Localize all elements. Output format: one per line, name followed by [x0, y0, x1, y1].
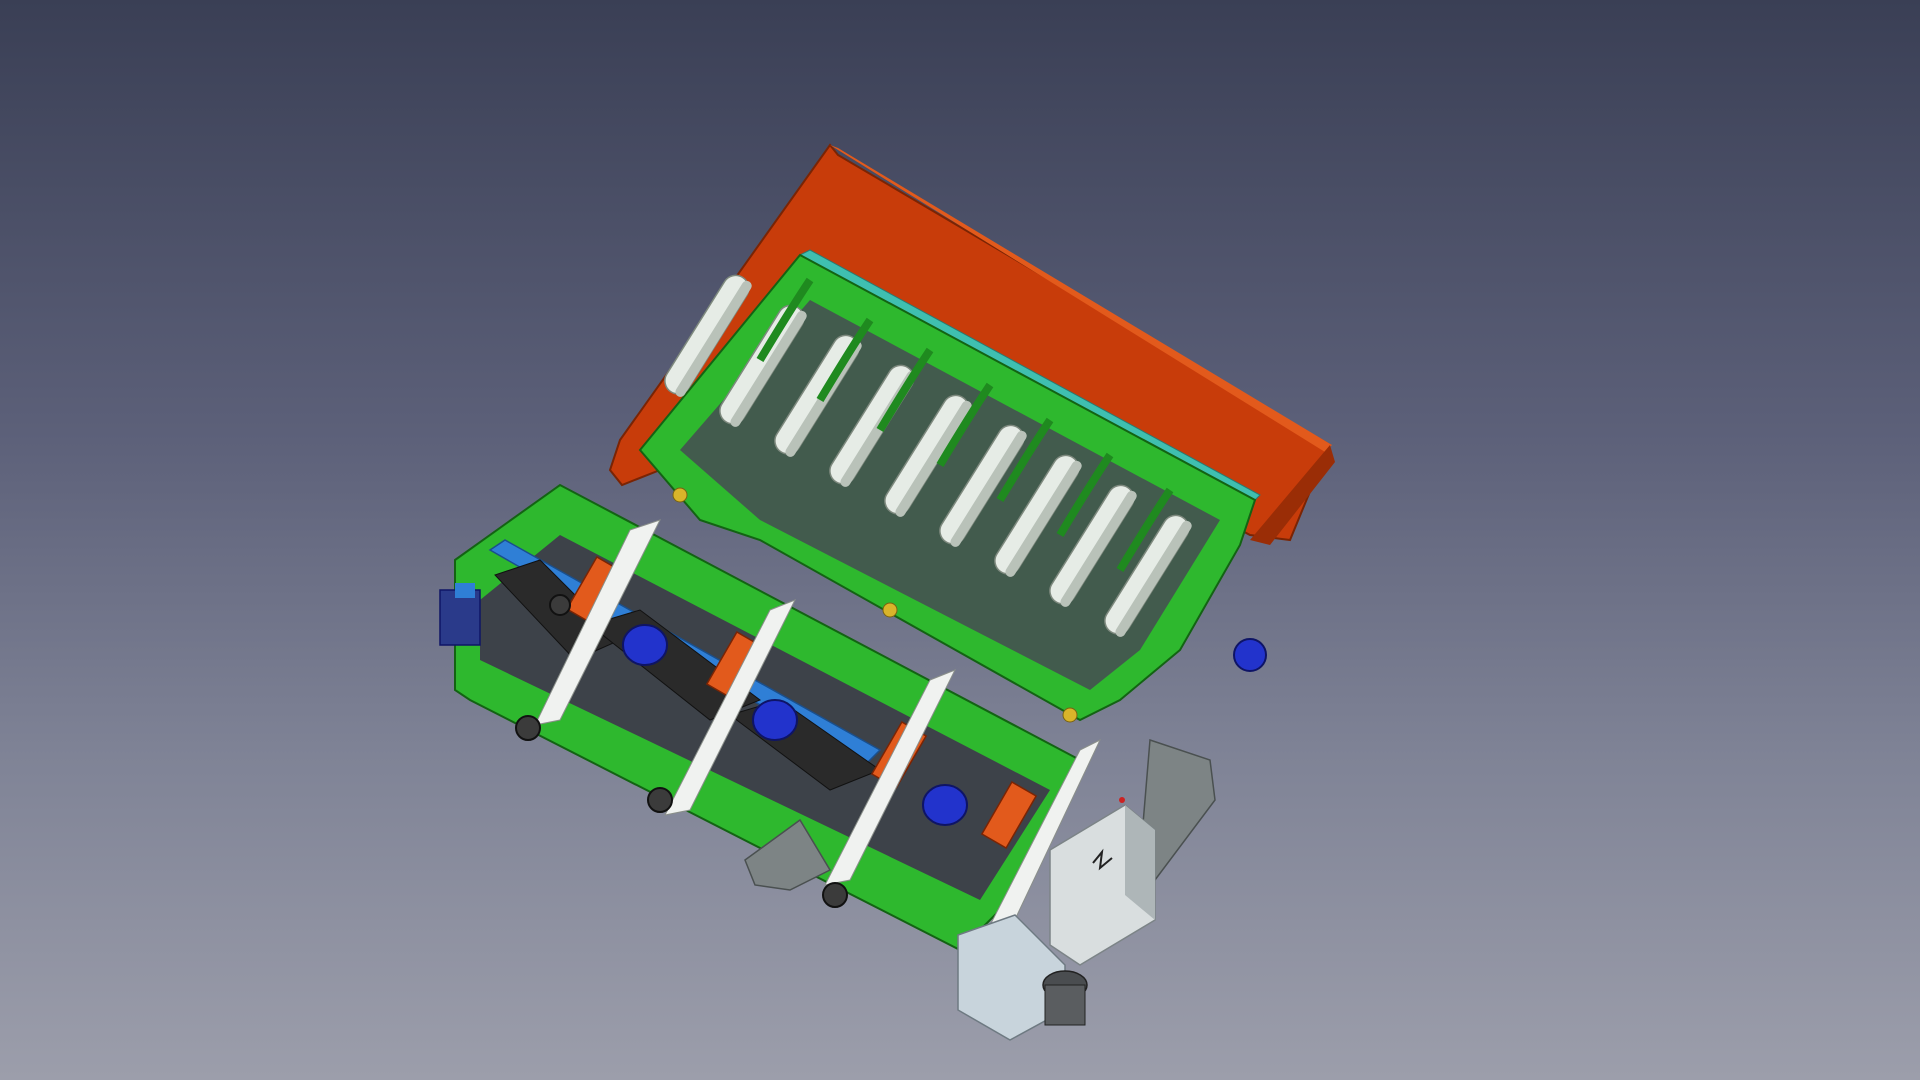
handwheel: [515, 715, 541, 741]
handwheel: [822, 882, 848, 908]
machine-model[interactable]: [0, 0, 1920, 1080]
motor: [1233, 638, 1267, 672]
motor: [622, 624, 668, 666]
handwheel: [549, 594, 571, 616]
left-side-drive: [439, 583, 481, 646]
3d-viewport[interactable]: [0, 0, 1920, 1080]
motor: [922, 784, 968, 826]
motor: [752, 699, 798, 741]
electrical-cabinet: [1049, 797, 1156, 966]
handwheel: [647, 787, 673, 813]
